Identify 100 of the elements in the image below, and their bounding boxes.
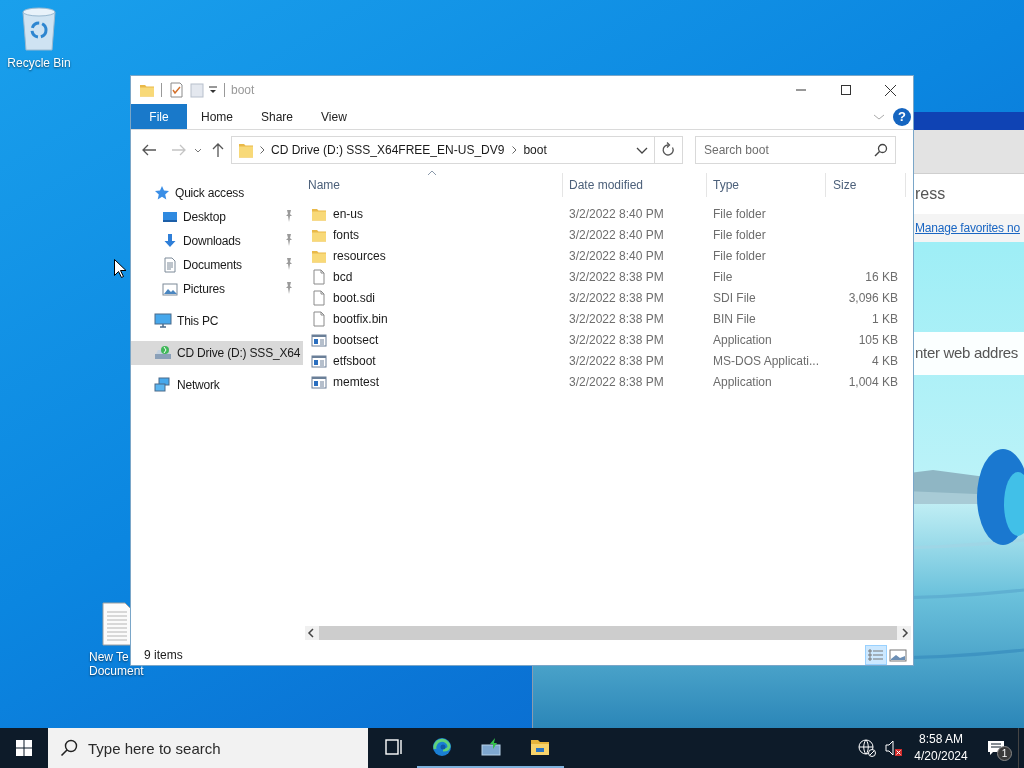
scroll-right-icon[interactable] [899, 626, 911, 640]
table-cell-text: File [712, 268, 734, 286]
nav-item[interactable]: This PC [131, 309, 303, 333]
file-name: resources [333, 247, 386, 265]
windows-logo-icon [16, 740, 32, 756]
breadcrumb[interactable]: boot [523, 141, 549, 159]
table-cell-text: 3/2/2022 8:38 PM [568, 331, 665, 349]
folder-icon [529, 737, 550, 757]
table-cell-text: Application [712, 331, 773, 349]
up-arrow-icon[interactable] [211, 142, 225, 158]
column-header[interactable]: Date modified [563, 173, 707, 197]
search-field[interactable]: Search boot [695, 136, 896, 164]
globe-icon[interactable] [858, 739, 876, 757]
table-cell-text: 3/2/2022 8:40 PM [568, 247, 665, 265]
column-header[interactable]: Name [304, 173, 563, 197]
file-name: boot.sdi [333, 289, 376, 307]
search-text: nter web addres [915, 343, 1019, 364]
file-icon [311, 310, 327, 327]
search-icon [60, 739, 78, 757]
address-field-text[interactable]: ress [915, 182, 946, 206]
table-cell-text: File folder [712, 247, 767, 265]
status-text: 9 items [144, 646, 183, 664]
maximize-icon [840, 85, 851, 95]
table-cell-text: 3,096 KB [847, 289, 899, 307]
clock[interactable]: 8:58 AM 4/20/2024 [908, 728, 974, 768]
recycle-bin-icon [19, 6, 59, 52]
search-bar[interactable]: nter web addres [914, 332, 1024, 375]
nav-item[interactable]: Desktop [131, 205, 303, 229]
file-row[interactable]: bootfix.bin 3/2/2022 8:38 PM BIN File 1 KB [304, 308, 913, 329]
table-cell-text: 3/2/2022 8:38 PM [568, 373, 665, 391]
file-name: fonts [333, 226, 359, 244]
help-button[interactable]: ? [893, 107, 911, 126]
table-cell-text: 4 KB [871, 352, 899, 370]
table-cell-text: 3/2/2022 8:40 PM [568, 226, 665, 244]
address-bar[interactable]: CD Drive (D:) SSS_X64FREE_EN-US_DV9 boot [231, 136, 683, 164]
file-icon [311, 268, 327, 285]
manage-favorites-link[interactable]: Manage favorites no [915, 219, 1020, 237]
file-row[interactable]: memtest 3/2/2022 8:38 PM Application 1,004 KB [304, 371, 913, 392]
ribbon-tab[interactable]: Home [187, 104, 247, 129]
file-name: bootsect [333, 331, 379, 349]
window-title: boot [231, 82, 255, 99]
nav-item[interactable]: CD Drive (D:) SSS_X64 [131, 341, 303, 365]
column-header[interactable]: Type [707, 173, 826, 197]
view-button[interactable] [865, 644, 887, 665]
table-cell-text: MS-DOS Applicati... [712, 352, 821, 370]
folder-icon [139, 82, 155, 98]
ribbon-tab[interactable]: View [307, 104, 361, 129]
table-cell-text: File folder [712, 226, 767, 244]
nav-item[interactable]: Quick access [131, 181, 303, 205]
nav-item[interactable]: Pictures [131, 277, 303, 301]
monitor-icon [154, 313, 172, 329]
file-row[interactable]: en-us 3/2/2022 8:40 PM File folder [304, 203, 913, 224]
taskbar-search-field[interactable]: Type here to search [48, 728, 368, 768]
folder-icon [238, 141, 254, 159]
table-cell-text: BIN File [712, 310, 757, 328]
table-cell-text: 3/2/2022 8:40 PM [568, 205, 665, 223]
table-cell-text: Application [712, 373, 773, 391]
scroll-left-icon[interactable] [305, 626, 317, 640]
chevron-right-icon [512, 146, 518, 154]
chevron-right-icon [260, 146, 265, 154]
nav-item[interactable]: Documents [131, 253, 303, 277]
star-icon [154, 185, 170, 201]
table-cell-text: 16 KB [864, 268, 899, 286]
file-icon [311, 289, 327, 306]
file-row[interactable]: etfsboot 3/2/2022 8:38 PM MS-DOS Applicati... 4 KB [304, 350, 913, 371]
ribbon-tab[interactable]: Share [247, 104, 308, 129]
column-header[interactable]: Size [826, 173, 906, 197]
back-arrow-icon[interactable] [141, 142, 157, 158]
cd-drive-icon [154, 345, 172, 361]
file-row[interactable]: fonts 3/2/2022 8:40 PM File folder [304, 224, 913, 245]
search-icon [874, 143, 888, 157]
table-cell-text: 1,004 KB [847, 373, 899, 391]
file-name: en-us [333, 205, 364, 223]
file-name: bcd [333, 268, 353, 286]
network-icon [154, 377, 172, 393]
desktop-icon [162, 209, 178, 225]
file-name: memtest [333, 373, 379, 391]
document-icon [162, 257, 178, 273]
application-icon [311, 331, 327, 348]
properties-icon[interactable] [168, 82, 184, 98]
file-row[interactable]: boot.sdi 3/2/2022 8:38 PM SDI File 3,096 KB [304, 287, 913, 308]
picture-frame-icon [162, 281, 178, 297]
file-name: etfsboot [333, 352, 376, 370]
table-cell-text: 3/2/2022 8:38 PM [568, 352, 665, 370]
speaker-muted-icon[interactable] [884, 739, 902, 757]
table-cell-text: 1 KB [871, 310, 899, 328]
notification-badge: 1 [997, 746, 1012, 761]
download-arrow-icon [162, 233, 178, 249]
file-menu-tab[interactable]: File [131, 104, 187, 129]
nav-item[interactable]: Downloads [131, 229, 303, 253]
file-row[interactable]: bcd 3/2/2022 8:38 PM File 16 KB [304, 266, 913, 287]
breadcrumb[interactable]: CD Drive (D:) SSS_X64FREE_EN-US_DV9 [271, 141, 507, 159]
table-cell-text: 3/2/2022 8:38 PM [568, 289, 665, 307]
nav-item[interactable]: Network [131, 373, 303, 397]
application-icon [311, 352, 327, 369]
file-row[interactable]: bootsect 3/2/2022 8:38 PM Application 105 KB [304, 329, 913, 350]
table-cell-text: File folder [712, 205, 767, 223]
table-cell-text: SDI File [712, 289, 757, 307]
icon-label: Recycle Bin [7, 56, 71, 70]
file-row[interactable]: resources 3/2/2022 8:40 PM File folder [304, 245, 913, 266]
